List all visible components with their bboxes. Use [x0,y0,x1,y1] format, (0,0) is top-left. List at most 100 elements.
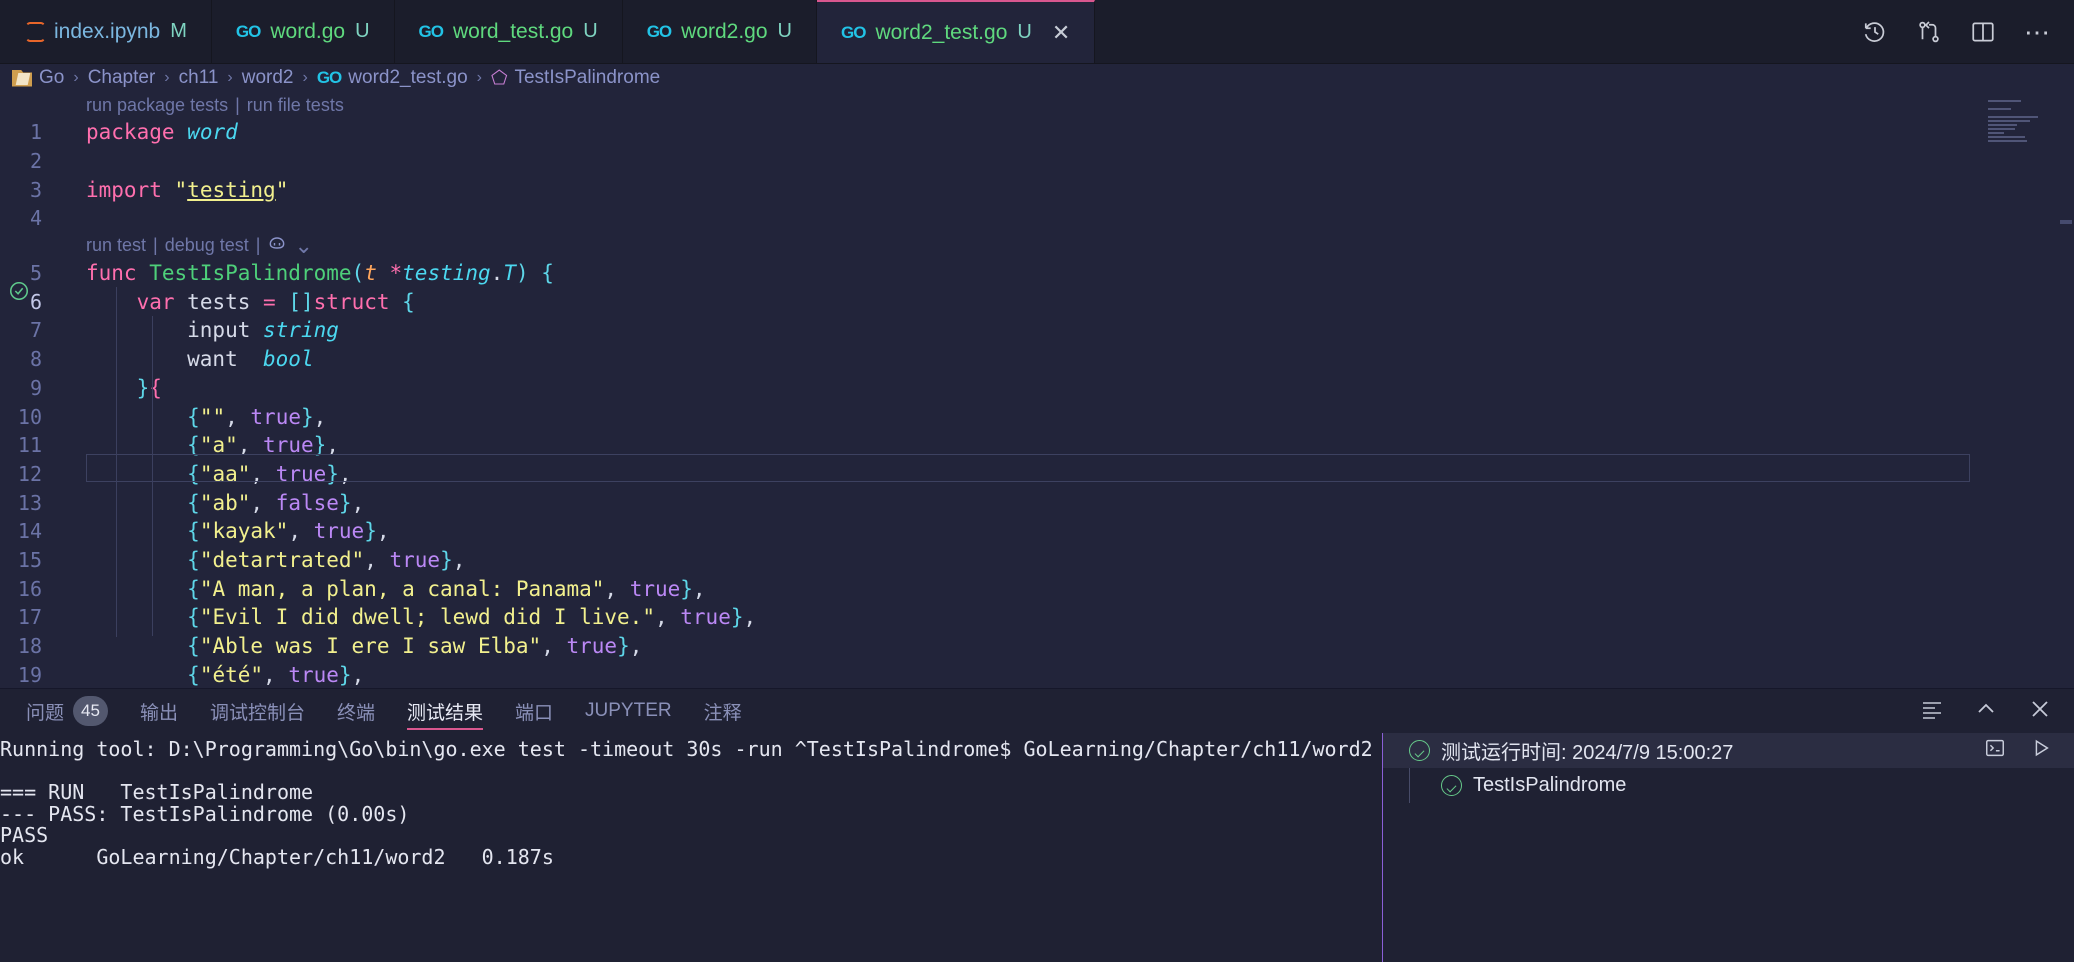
run-test-link[interactable]: run test [86,235,146,256]
tab-word-test-go[interactable]: GO word_test.go U [394,0,623,63]
breadcrumb-item-go[interactable]: Go [39,67,64,89]
code-line[interactable]: 3 import "testing" [0,175,2074,204]
copilot-icon[interactable] [267,233,287,258]
close-icon[interactable]: ✕ [1052,21,1070,44]
editor-scrollbar[interactable] [2060,220,2072,224]
code-line[interactable]: 10 {"", true}, [0,402,2074,431]
code-line[interactable]: 4 [0,204,2074,233]
run-test-gutter-icon[interactable] [8,280,30,302]
code-line[interactable]: 5 func TestIsPalindrome(t *testing.T) { [0,259,2074,288]
tab-status-badge: U [583,20,598,42]
code-text: {"detartrated", true}, [56,548,465,572]
clear-output-icon[interactable] [1920,697,1944,726]
maximize-panel-icon[interactable] [1974,697,1998,726]
codelens-separator: | [235,94,240,115]
source-control-compare-icon[interactable] [1916,19,1942,45]
code-line[interactable]: 15 {"detartrated", true}, [0,546,2074,575]
token: . [490,261,504,286]
debug-test-link[interactable]: debug test [165,235,249,256]
token: { [187,519,200,544]
tab-word2-go[interactable]: GO word2.go U [622,0,817,63]
token: { [402,289,415,314]
breadcrumb-item-symbol[interactable]: TestIsPalindrome [514,67,660,89]
line-number: 16 [17,576,42,601]
token: , [250,490,276,515]
token: true [629,576,681,601]
breadcrumb-item-file[interactable]: word2_test.go [348,67,467,89]
go-icon: GO [418,21,444,41]
tab-index-ipynb[interactable]: index.ipynb M [0,0,212,63]
token: T [503,261,516,286]
line-number: 8 [29,347,42,372]
panel-tab-label: 输出 [139,702,178,724]
code-line[interactable]: 18 {"Able was I ere I saw Elba", true}, [0,632,2074,661]
token: , [351,490,365,515]
tab-word2-test-go[interactable]: GO word2_test.go U ✕ [817,0,1096,63]
code-line[interactable]: 16 {"A man, a plan, a canal: Panama", tr… [0,574,2074,603]
panel-tab-ports[interactable]: 端口 [499,689,569,733]
code-line[interactable]: 7 input string [0,316,2074,345]
code-text: {"ab", false}, [56,491,364,515]
test-result-item[interactable]: TestIsPalindrome [1383,768,2074,803]
test-output-terminal[interactable]: Running tool: D:\Programming\Go\bin\go.e… [0,733,1382,962]
token: false [275,490,339,515]
token: , [654,605,681,630]
panel-tab-output[interactable]: 输出 [124,689,194,733]
code-line[interactable]: 14 {"kayak", true}, [0,517,2074,546]
symbol-cube-icon: ⬠ [490,67,508,89]
code-text: {"Able was I ere I saw Elba", true}, [56,634,642,658]
show-output-icon[interactable] [1984,737,2006,765]
token: var [136,289,175,314]
run-file-tests-link[interactable]: run file tests [247,95,344,116]
close-panel-icon[interactable] [2028,697,2052,726]
token: struct [313,289,390,314]
token: } [440,547,453,572]
tab-word-go[interactable]: GO word.go U [211,0,395,63]
token: , [338,461,352,486]
test-run-header-row[interactable]: 测试运行时间: 2024/7/9 15:00:27 [1383,733,2074,768]
breadcrumb-item-word2[interactable]: word2 [242,67,294,89]
code-line[interactable]: 8 want bool [0,345,2074,374]
code-line[interactable]: 19 {"été", true}, [0,660,2074,688]
history-icon[interactable] [1862,19,1888,45]
panel-tab-test-results[interactable]: 测试结果 [391,689,499,733]
code-line[interactable]: 6 var tests = []struct { [0,287,2074,316]
token: { [187,547,200,572]
code-line[interactable]: 1 package word [0,118,2074,147]
tab-label: word2_test.go [875,20,1008,44]
code-text: var tests = []struct { [56,290,415,314]
token: , [288,519,314,544]
rerun-tests-icon[interactable] [2030,737,2052,765]
code-line[interactable]: 12 {"aa", true}, [0,460,2074,489]
panel-tab-debug-console[interactable]: 调试控制台 [194,689,321,733]
line-number: 18 [17,634,42,659]
code-text: func TestIsPalindrome(t *testing.T) { [56,261,554,285]
more-actions-icon[interactable]: ⋯ [2024,19,2050,45]
code-line[interactable]: 13 {"ab", false}, [0,488,2074,517]
minimap[interactable] [1988,100,2060,150]
chevron-down-icon[interactable]: ⌄ [294,234,312,256]
code-editor[interactable]: run package tests | run file tests 1 pack… [0,92,2074,688]
code-text: {"été", true}, [56,663,364,687]
breadcrumb-item-ch11[interactable]: ch11 [179,67,219,89]
panel-tab-terminal[interactable]: 终端 [321,689,391,733]
run-package-tests-link[interactable]: run package tests [86,95,228,116]
code-line[interactable]: 9 }{ [0,374,2074,403]
panel-tab-jupyter[interactable]: JUPYTER [569,689,688,733]
split-editor-icon[interactable] [1970,19,1996,45]
code-line[interactable]: 11 {"a", true}, [0,431,2074,460]
token: , [376,519,390,544]
breadcrumb-item-chapter[interactable]: Chapter [88,67,156,89]
token: , [225,404,251,429]
panel-tab-comments[interactable]: 注释 [688,689,758,733]
code-line[interactable]: 17 {"Evil I did dwell; lewd did I live."… [0,603,2074,632]
token: = [263,289,276,314]
panel-tab-problems[interactable]: 问题 45 [10,689,124,733]
token: ( [351,261,365,286]
code-line[interactable]: 2 [0,147,2074,176]
